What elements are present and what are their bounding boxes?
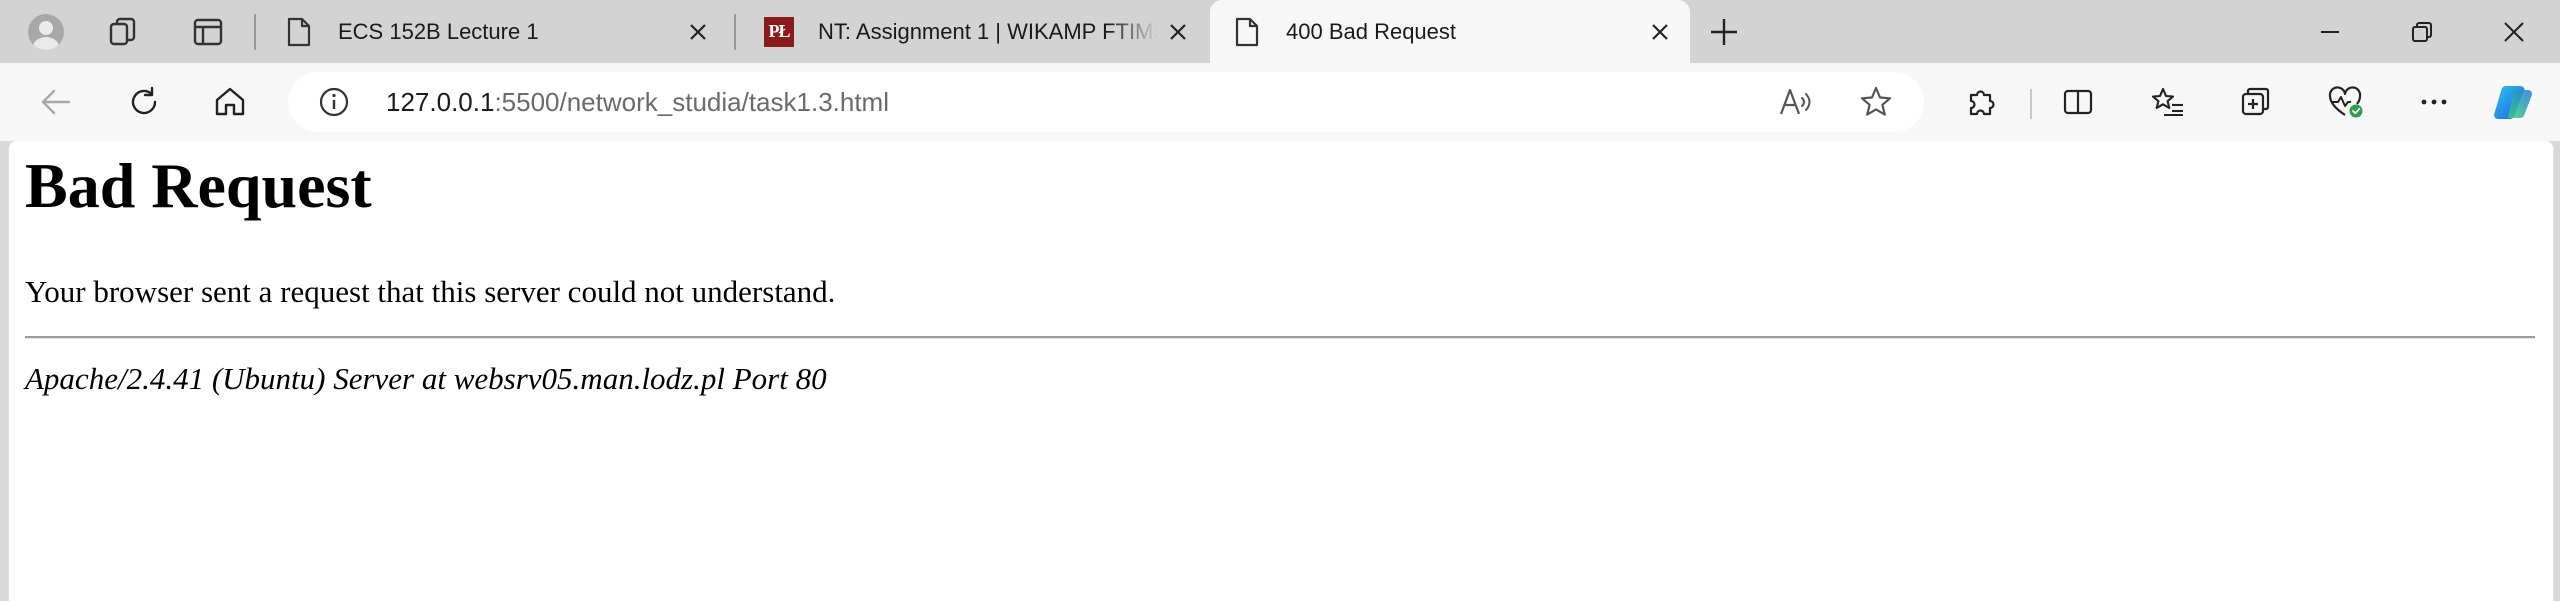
tab-title: NT: Assignment 1 | WIKAMP FTIMS — [818, 18, 1158, 44]
tab-divider — [254, 14, 256, 50]
restore-icon — [2412, 22, 2432, 42]
minimize-icon — [2321, 31, 2339, 33]
copilot-button[interactable] — [2490, 78, 2538, 126]
page-title: Bad Request — [25, 150, 372, 221]
collections-icon — [2241, 87, 2270, 116]
vertical-tabs-button[interactable] — [184, 8, 232, 56]
favorites-button[interactable] — [2144, 78, 2192, 126]
copilot-icon — [2494, 85, 2532, 120]
home-button[interactable] — [206, 78, 254, 126]
read-aloud-icon — [1779, 88, 1811, 115]
tab-divider — [734, 14, 736, 50]
refresh-icon — [131, 86, 157, 115]
horizontal-rule — [25, 336, 2535, 339]
close-icon[interactable] — [1158, 12, 1198, 52]
address-bar[interactable]: 127.0.0.1:5500/network_studia/task1.3.ht… — [288, 72, 1924, 132]
tab-title: 400 Bad Request — [1286, 18, 1457, 44]
new-tab-button[interactable] — [1700, 8, 1748, 56]
profile-avatar[interactable] — [22, 8, 70, 56]
star-icon — [1860, 86, 1892, 116]
page-icon — [1232, 17, 1262, 47]
close-icon[interactable] — [678, 12, 718, 52]
close-icon[interactable] — [1640, 12, 1680, 52]
split-screen-button[interactable] — [2054, 78, 2102, 126]
back-button[interactable] — [32, 78, 80, 126]
url-host: 127.0.0.1 — [386, 87, 495, 117]
tab-wikamp-assignment[interactable]: PŁ NT: Assignment 1 | WIKAMP FTIMS — [742, 0, 1208, 63]
page-icon — [284, 17, 314, 47]
avatar — [28, 14, 64, 50]
pl-logo-icon: PŁ — [764, 16, 794, 47]
close-icon — [2504, 22, 2524, 42]
favorite-star-button[interactable] — [1852, 78, 1900, 126]
heart-pulse-icon — [2328, 86, 2363, 118]
refresh-button[interactable] — [120, 78, 168, 126]
collections-button[interactable] — [2232, 78, 2280, 126]
tab-ecs152b[interactable]: ECS 152B Lecture 1 — [262, 0, 728, 63]
tab-strip: ECS 152B Lecture 1 PŁ NT: Assignment 1 |… — [0, 0, 2560, 63]
extensions-button[interactable] — [1958, 78, 2006, 126]
url-path: :5500/network_studia/task1.3.html — [494, 87, 889, 117]
workspaces-button[interactable] — [100, 8, 148, 56]
tab-bad-request[interactable]: 400 Bad Request — [1210, 0, 1690, 63]
tab-title: ECS 152B Lecture 1 — [338, 18, 539, 44]
server-signature: Apache/2.4.41 (Ubuntu) Server at websrv0… — [25, 361, 827, 396]
url-text[interactable]: 127.0.0.1:5500/network_studia/task1.3.ht… — [386, 72, 889, 132]
browser-toolbar: 127.0.0.1:5500/network_studia/task1.3.ht… — [0, 63, 2560, 141]
info-icon[interactable] — [316, 84, 352, 120]
settings-more-button[interactable] — [2410, 78, 2458, 126]
puzzle-icon — [1969, 90, 1995, 116]
favorites-list-icon — [2151, 87, 2183, 117]
back-arrow-icon — [41, 89, 71, 115]
tab-actions-icon — [193, 18, 223, 46]
error-message: Your browser sent a request that this se… — [25, 274, 836, 309]
more-dots-icon — [2421, 99, 2447, 105]
plus-icon — [1711, 19, 1737, 45]
split-screen-icon — [2063, 89, 2093, 115]
home-icon — [215, 87, 245, 116]
workspaces-icon — [109, 17, 136, 46]
browser-essentials-button[interactable] — [2322, 78, 2370, 126]
restore-button[interactable] — [2390, 8, 2454, 56]
page-content: Bad Request Your browser sent a request … — [8, 141, 2554, 601]
read-aloud-button[interactable] — [1772, 78, 1820, 126]
close-window-button[interactable] — [2482, 8, 2546, 56]
minimize-button[interactable] — [2298, 8, 2362, 56]
toolbar-divider — [2030, 89, 2032, 119]
